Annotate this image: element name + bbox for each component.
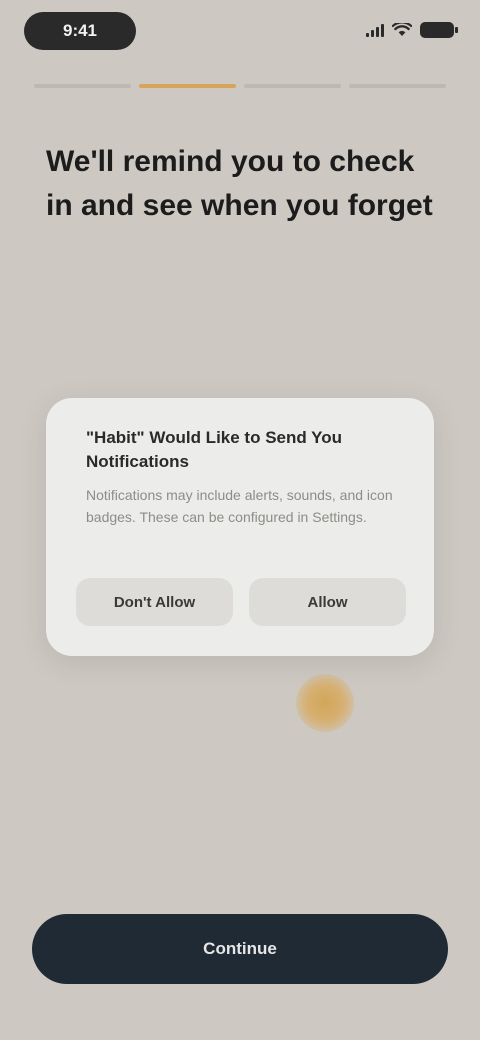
progress-segment: [34, 84, 131, 88]
allow-button[interactable]: Allow: [249, 578, 406, 626]
signal-icon: [366, 23, 384, 37]
dialog-buttons: Don't Allow Allow: [76, 578, 406, 626]
status-bar: 9:41: [0, 0, 480, 64]
onboarding-progress: [34, 84, 446, 88]
continue-button[interactable]: Continue: [32, 914, 448, 984]
dialog-title: "Habit" Would Like to Send You Notificat…: [86, 428, 343, 471]
dialog-message: Notifications may include alerts, sounds…: [86, 487, 393, 525]
status-time: 9:41: [24, 12, 136, 50]
wifi-icon: [392, 23, 412, 36]
progress-segment: [139, 84, 236, 88]
tap-hint-icon: [296, 674, 354, 732]
progress-segment: [349, 84, 446, 88]
notification-permission-dialog: "Habit" Would Like to Send You Notificat…: [46, 398, 434, 656]
progress-segment: [244, 84, 341, 88]
battery-icon: [420, 22, 458, 38]
status-icons: [366, 18, 458, 42]
dont-allow-button[interactable]: Don't Allow: [76, 578, 233, 626]
page-title: We'll remind you to check in and see whe…: [46, 145, 433, 222]
